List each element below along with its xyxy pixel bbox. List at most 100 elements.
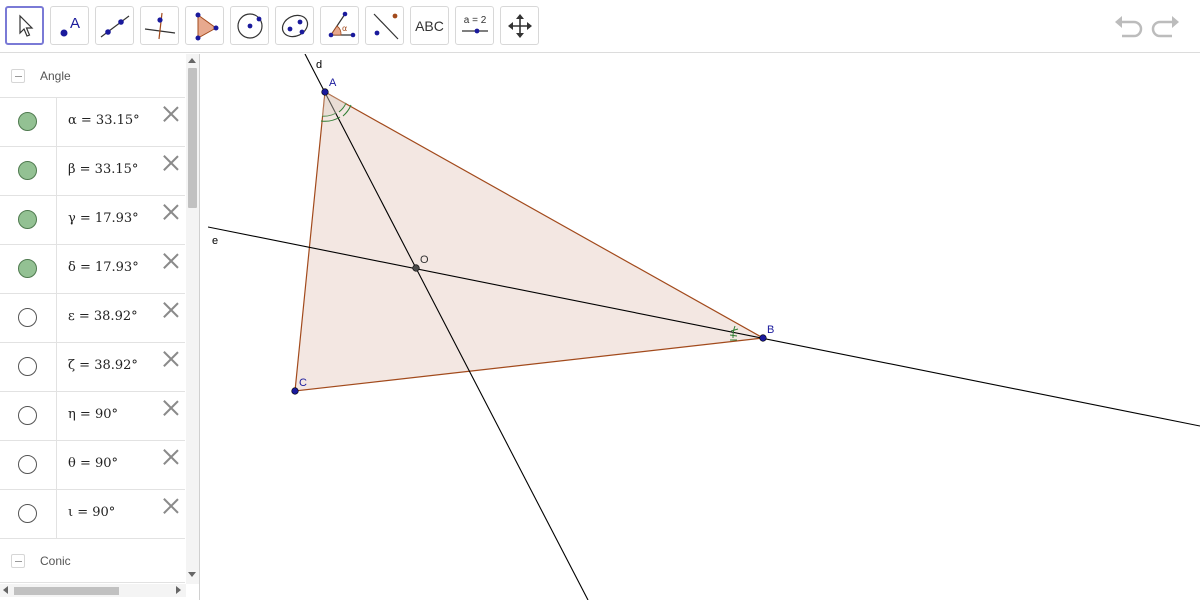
group-label-conic: Conic bbox=[40, 553, 71, 568]
point-icon: A bbox=[60, 15, 80, 36]
visibility-marble-icon[interactable] bbox=[18, 406, 37, 425]
algebra-view: Angle α = 33.15° β = 33.15° γ = 17.93° δ… bbox=[0, 54, 200, 600]
delete-icon[interactable] bbox=[162, 154, 180, 172]
polygon-tool-button[interactable] bbox=[185, 6, 224, 45]
undo-icon[interactable] bbox=[1112, 12, 1144, 40]
delete-icon[interactable] bbox=[162, 497, 180, 515]
algebra-formula[interactable]: δ = 17.93° bbox=[68, 260, 139, 275]
perpendicular-line-tool-button[interactable] bbox=[140, 6, 179, 45]
group-header-angle[interactable]: Angle bbox=[0, 54, 185, 98]
circle-icon bbox=[236, 12, 263, 39]
scroll-down-arrow-icon[interactable] bbox=[188, 572, 196, 577]
perpendicular-line-icon bbox=[144, 12, 175, 39]
collapse-conic-group-icon[interactable] bbox=[11, 553, 25, 568]
visibility-marble-icon[interactable] bbox=[18, 504, 37, 523]
slider-tool-button[interactable]: a = 2 bbox=[455, 6, 494, 45]
algebra-formula[interactable]: ε = 38.92° bbox=[68, 309, 138, 324]
point-tool-button[interactable]: A bbox=[50, 6, 89, 45]
visibility-marble-icon[interactable] bbox=[18, 455, 37, 474]
point-b[interactable] bbox=[759, 334, 767, 342]
scroll-up-arrow-icon[interactable] bbox=[188, 58, 196, 63]
algebra-row-zeta[interactable]: ζ = 38.92° bbox=[0, 343, 185, 392]
marble-cell bbox=[0, 147, 57, 195]
marble-cell bbox=[0, 490, 57, 538]
graphics-view[interactable]: A B C O d e bbox=[208, 54, 1200, 600]
text-tool-label: ABC bbox=[415, 17, 444, 34]
algebra-formula[interactable]: η = 90° bbox=[68, 407, 118, 422]
visibility-marble-icon[interactable] bbox=[18, 259, 37, 278]
algebra-formula[interactable]: ζ = 38.92° bbox=[68, 358, 138, 373]
delete-icon[interactable] bbox=[162, 252, 180, 270]
move-tool-button[interactable] bbox=[5, 6, 44, 45]
vertical-scrollbar[interactable] bbox=[186, 54, 199, 584]
delete-icon[interactable] bbox=[162, 301, 180, 319]
slider-tool-label: a = 2 bbox=[463, 15, 486, 26]
cursor-arrow-icon bbox=[18, 14, 33, 37]
ellipse-icon bbox=[281, 14, 308, 37]
reflect-icon bbox=[373, 13, 398, 39]
algebra-row-theta[interactable]: θ = 90° bbox=[0, 441, 185, 490]
visibility-marble-icon[interactable] bbox=[18, 112, 37, 131]
visibility-marble-icon[interactable] bbox=[18, 210, 37, 229]
move-cross-arrows-icon bbox=[507, 13, 532, 38]
algebra-formula[interactable]: ι = 90° bbox=[68, 505, 115, 520]
marble-cell bbox=[0, 98, 57, 146]
marble-cell bbox=[0, 343, 57, 391]
marble-cell bbox=[0, 392, 57, 440]
algebra-formula[interactable]: γ = 17.93° bbox=[68, 211, 139, 226]
angle-icon: α bbox=[328, 11, 355, 37]
delete-icon[interactable] bbox=[162, 105, 180, 123]
text-tool-button[interactable]: ABC bbox=[410, 6, 449, 45]
marble-cell bbox=[0, 441, 57, 489]
algebra-row-iota[interactable]: ι = 90° bbox=[0, 490, 185, 539]
horizontal-scrollbar[interactable] bbox=[0, 584, 186, 597]
algebra-formula[interactable]: θ = 90° bbox=[68, 456, 118, 471]
toolbar: A α ABC a = 2 bbox=[0, 0, 1200, 53]
horizontal-scroll-thumb[interactable] bbox=[14, 587, 119, 595]
line-tool-button[interactable] bbox=[95, 6, 134, 45]
angle-tool-button[interactable]: α bbox=[320, 6, 359, 45]
algebra-row-alpha[interactable]: α = 33.15° bbox=[0, 98, 185, 147]
visibility-marble-icon[interactable] bbox=[18, 308, 37, 327]
scroll-left-arrow-icon[interactable] bbox=[3, 586, 8, 594]
point-tool-label: A bbox=[70, 15, 80, 32]
algebra-row-gamma[interactable]: γ = 17.93° bbox=[0, 196, 185, 245]
algebra-row-beta[interactable]: β = 33.15° bbox=[0, 147, 185, 196]
point-o[interactable] bbox=[412, 264, 420, 272]
angle-tool-label: α bbox=[342, 24, 347, 33]
triangle-polygon[interactable] bbox=[294, 91, 765, 392]
ellipse-tool-button[interactable] bbox=[275, 6, 314, 45]
graphics-canvas[interactable]: A B C O d e bbox=[208, 54, 1200, 600]
point-a[interactable] bbox=[321, 88, 329, 96]
point-a-label: A bbox=[329, 77, 337, 89]
delete-icon[interactable] bbox=[162, 399, 180, 417]
scroll-right-arrow-icon[interactable] bbox=[176, 586, 181, 594]
algebra-list: Angle α = 33.15° β = 33.15° γ = 17.93° δ… bbox=[0, 54, 185, 583]
delete-icon[interactable] bbox=[162, 448, 180, 466]
line-icon bbox=[100, 15, 129, 37]
marble-cell bbox=[0, 196, 57, 244]
move-graphics-view-tool-button[interactable] bbox=[500, 6, 539, 45]
visibility-marble-icon[interactable] bbox=[18, 357, 37, 376]
algebra-formula[interactable]: β = 33.15° bbox=[68, 162, 138, 177]
reflect-tool-button[interactable] bbox=[365, 6, 404, 45]
point-o-label: O bbox=[420, 254, 429, 266]
collapse-angle-group-icon[interactable] bbox=[11, 68, 25, 83]
line-d-label: d bbox=[316, 59, 322, 71]
line-e-label: e bbox=[212, 235, 218, 247]
marble-cell bbox=[0, 294, 57, 342]
point-c-label: C bbox=[299, 377, 307, 389]
algebra-row-delta[interactable]: δ = 17.93° bbox=[0, 245, 185, 294]
group-header-conic[interactable]: Conic bbox=[0, 539, 185, 583]
point-c[interactable] bbox=[291, 387, 299, 395]
algebra-formula[interactable]: α = 33.15° bbox=[68, 113, 140, 128]
delete-icon[interactable] bbox=[162, 203, 180, 221]
circle-tool-button[interactable] bbox=[230, 6, 269, 45]
algebra-row-eta[interactable]: η = 90° bbox=[0, 392, 185, 441]
redo-icon[interactable] bbox=[1150, 12, 1182, 40]
visibility-marble-icon[interactable] bbox=[18, 161, 37, 180]
delete-icon[interactable] bbox=[162, 350, 180, 368]
polygon-icon bbox=[195, 12, 218, 40]
vertical-scroll-thumb[interactable] bbox=[188, 68, 197, 208]
algebra-row-epsilon[interactable]: ε = 38.92° bbox=[0, 294, 185, 343]
